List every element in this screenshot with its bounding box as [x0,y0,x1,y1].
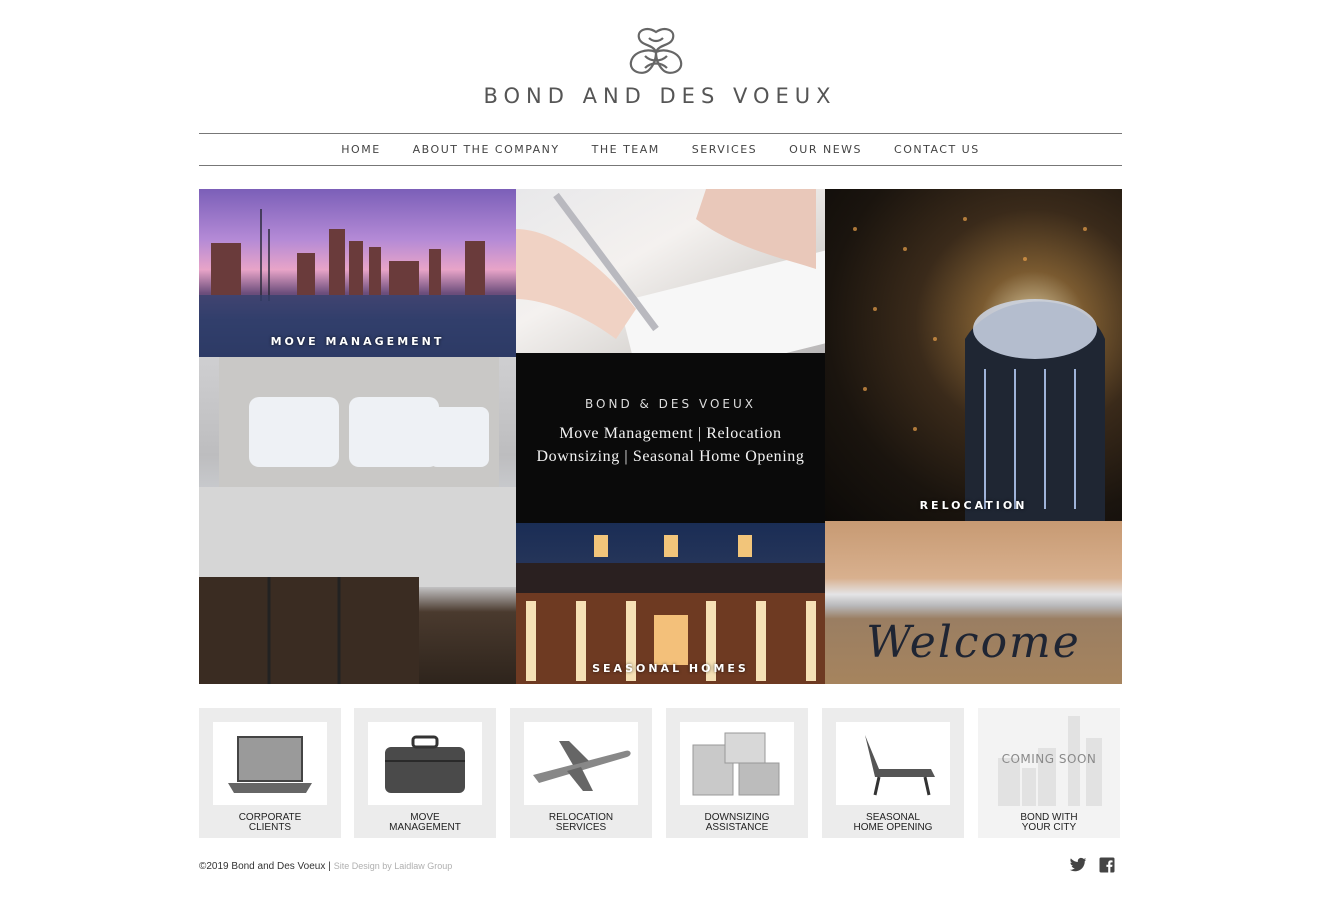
nav-the-team[interactable]: THE TEAM [592,143,660,156]
city-night-aerial-image [853,217,1105,521]
twitter-icon[interactable] [1069,856,1087,874]
airplane-icon [524,722,638,805]
tile-relocation[interactable]: RELOCATION [825,189,1122,521]
suitcase-icon [368,722,482,805]
card-label-line-2: MANAGEMENT [389,822,461,833]
lounge-chair-icon [836,722,950,805]
card-corporate-clients[interactable]: CORPORATE CLIENTS [199,708,341,838]
footer: ©2019 Bond and Des Voeux | Site Design by… [199,861,452,872]
card-bond-with-your-city[interactable]: COMING SOON BOND WITH YOUR CITY [978,708,1120,838]
welcome-mat-text: Welcome [866,617,1081,668]
tile-welcome-mat-image: Welcome [825,521,1122,684]
boxes-icon [680,722,794,805]
house-at-night-image [516,535,825,684]
site-design-credit-link[interactable]: Site Design by Laidlaw Group [334,861,453,871]
card-label-line-2: CLIENTS [248,822,292,833]
tile-caption-move-management: MOVE MANAGEMENT [270,335,445,348]
tile-caption-seasonal-homes: SEASONAL HOMES [592,662,749,675]
banner-services-line-1: Move Management | Relocation [559,425,782,442]
banner-company-name: BOND & DES VOEUX [585,397,756,411]
card-move-management[interactable]: MOVE MANAGEMENT [354,708,496,838]
tile-signing-image [516,189,825,353]
laptop-icon [213,722,327,805]
nav-services[interactable]: SERVICES [692,143,757,156]
card-label-line-2: HOME OPENING [853,822,933,833]
brand-knot-logo-icon[interactable] [625,26,687,78]
bed-with-trunk-image [199,357,516,684]
tile-move-management[interactable]: MOVE MANAGEMENT [199,189,516,357]
nav-contact-us[interactable]: CONTACT US [894,143,980,156]
nav-about-the-company[interactable]: ABOUT THE COMPANY [413,143,560,156]
facebook-icon[interactable] [1098,856,1116,874]
copyright-text: ©2019 Bond and Des Voeux | [199,861,331,872]
main-nav: HOME ABOUT THE COMPANY THE TEAM SERVICES… [199,133,1122,166]
tagline-banner: BOND & DES VOEUX Move Management | Reloc… [516,353,825,523]
coming-soon-overlay: COMING SOON [1001,752,1097,766]
nav-our-news[interactable]: OUR NEWS [789,143,862,156]
card-label-line-2: SERVICES [555,822,607,833]
banner-services-line-2: Downsizing | Seasonal Home Opening [536,448,805,465]
boston-harbor-skyline-image [199,209,516,357]
card-label-line-2: ASSISTANCE [705,822,769,833]
tile-seasonal-homes[interactable]: SEASONAL HOMES [516,523,825,684]
nav-home[interactable]: HOME [341,143,380,156]
card-label-line-2: YOUR CITY [1021,822,1077,833]
card-relocation-services[interactable]: RELOCATION SERVICES [510,708,652,838]
card-downsizing-assistance[interactable]: DOWNSIZING ASSISTANCE [666,708,808,838]
brand-name[interactable]: BOND AND DES VOEUX [0,84,1320,108]
hand-signing-document-image [516,189,825,353]
tile-bedroom-image [199,357,516,684]
card-seasonal-home-opening[interactable]: SEASONAL HOME OPENING [822,708,964,838]
tile-caption-relocation: RELOCATION [919,499,1028,512]
